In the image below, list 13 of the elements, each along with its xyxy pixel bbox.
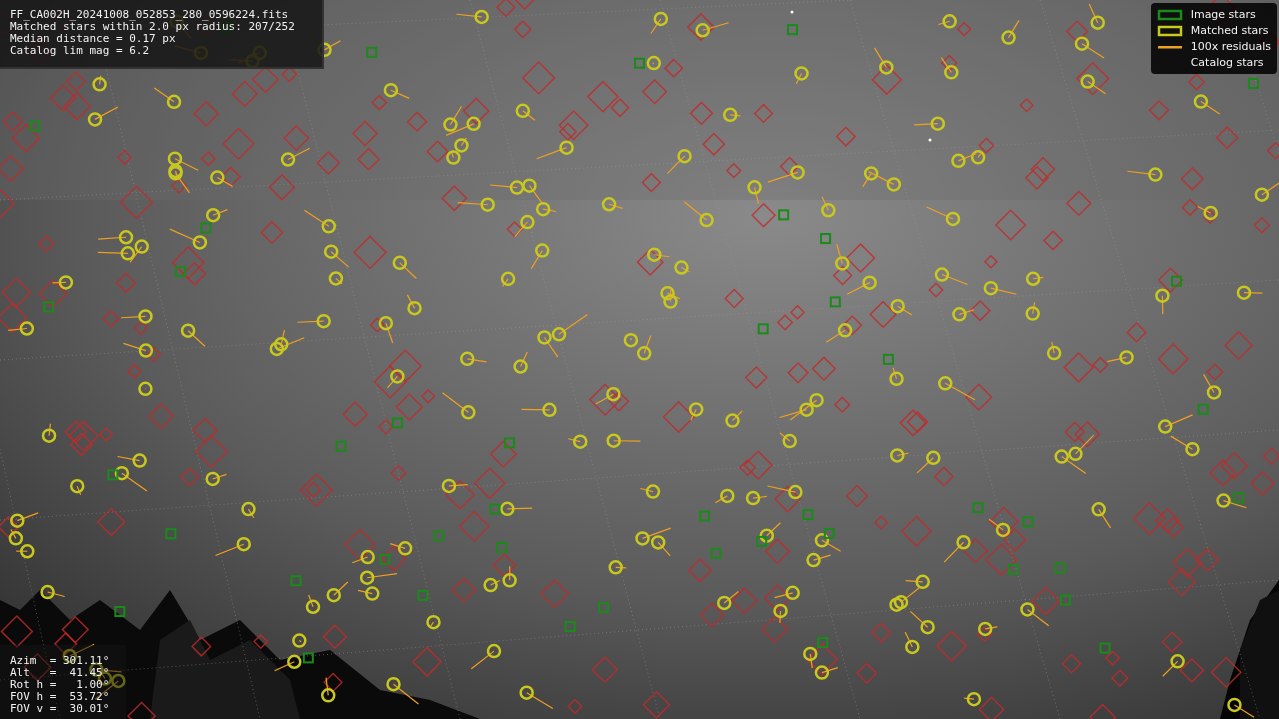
legend-label: Matched stars — [1190, 24, 1269, 37]
pointing-line: Azim = 301.11° — [10, 655, 111, 667]
info-line: Catalog lim mag = 6.2 — [10, 45, 151, 57]
legend-label: Catalog stars — [1190, 56, 1264, 69]
info-line: Matched stars within 2.0 px radius: 207/252 — [10, 21, 296, 33]
pointing-line: Alt = 41.45° — [10, 667, 111, 679]
info-line: FF_CA002H_20241008_052853_280_0596224.fits — [10, 9, 290, 21]
pointing-line: FOV h = 53.72° — [10, 691, 111, 703]
pointing-line: FOV v = 30.01° — [10, 703, 111, 715]
pointing-line: Rot h = 1.00° — [10, 679, 111, 691]
legend-label: 100x residuals — [1190, 40, 1271, 53]
info-line: Median distance = 0.17 px — [10, 33, 177, 45]
legend-label: Image stars — [1190, 8, 1256, 21]
